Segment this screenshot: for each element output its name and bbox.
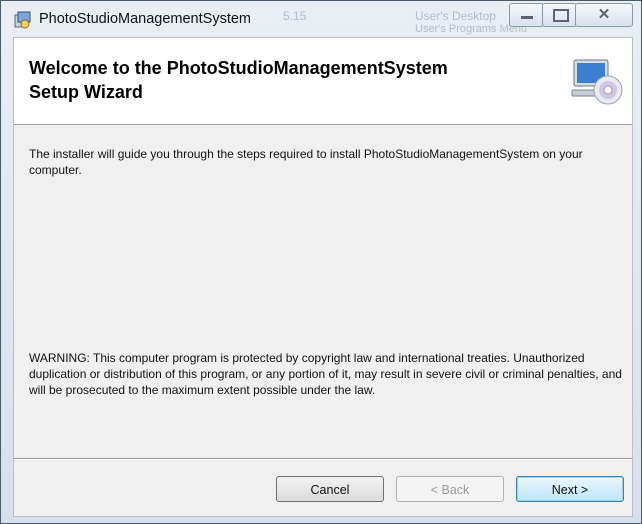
background-ghost-text: 5.15 xyxy=(283,9,307,23)
computer-cd-icon xyxy=(571,59,623,105)
button-separator xyxy=(14,458,632,460)
maximize-button[interactable] xyxy=(542,3,577,27)
wizard-header: Welcome to the PhotoStudioManagementSyst… xyxy=(14,38,632,125)
close-icon: ✕ xyxy=(597,6,611,23)
intro-text: The installer will guide you through the… xyxy=(29,147,583,177)
background-ghost-text: User's Desktop xyxy=(415,9,496,23)
close-button[interactable]: ✕ xyxy=(575,3,633,27)
copyright-warning: WARNING: This computer program is protec… xyxy=(29,351,622,397)
title-bar[interactable]: PhotoStudioManagementSystem 5.15 User's … xyxy=(1,1,641,37)
minimize-button[interactable] xyxy=(509,3,544,27)
maximize-icon xyxy=(553,9,569,22)
wizard-title: Welcome to the PhotoStudioManagementSyst… xyxy=(29,56,448,104)
back-button[interactable]: < Back xyxy=(396,476,504,502)
next-button[interactable]: Next > xyxy=(516,476,624,502)
wizard-title-line1: Welcome to the PhotoStudioManagementSyst… xyxy=(29,58,448,78)
setup-wizard-window: PhotoStudioManagementSystem 5.15 User's … xyxy=(0,0,642,524)
setup-installer-icon xyxy=(14,11,31,29)
wizard-title-line2: Setup Wizard xyxy=(29,82,143,102)
minimize-icon xyxy=(521,16,533,19)
window-title: PhotoStudioManagementSystem xyxy=(39,11,251,27)
cancel-button[interactable]: Cancel xyxy=(276,476,384,502)
wizard-content: Welcome to the PhotoStudioManagementSyst… xyxy=(13,37,633,517)
